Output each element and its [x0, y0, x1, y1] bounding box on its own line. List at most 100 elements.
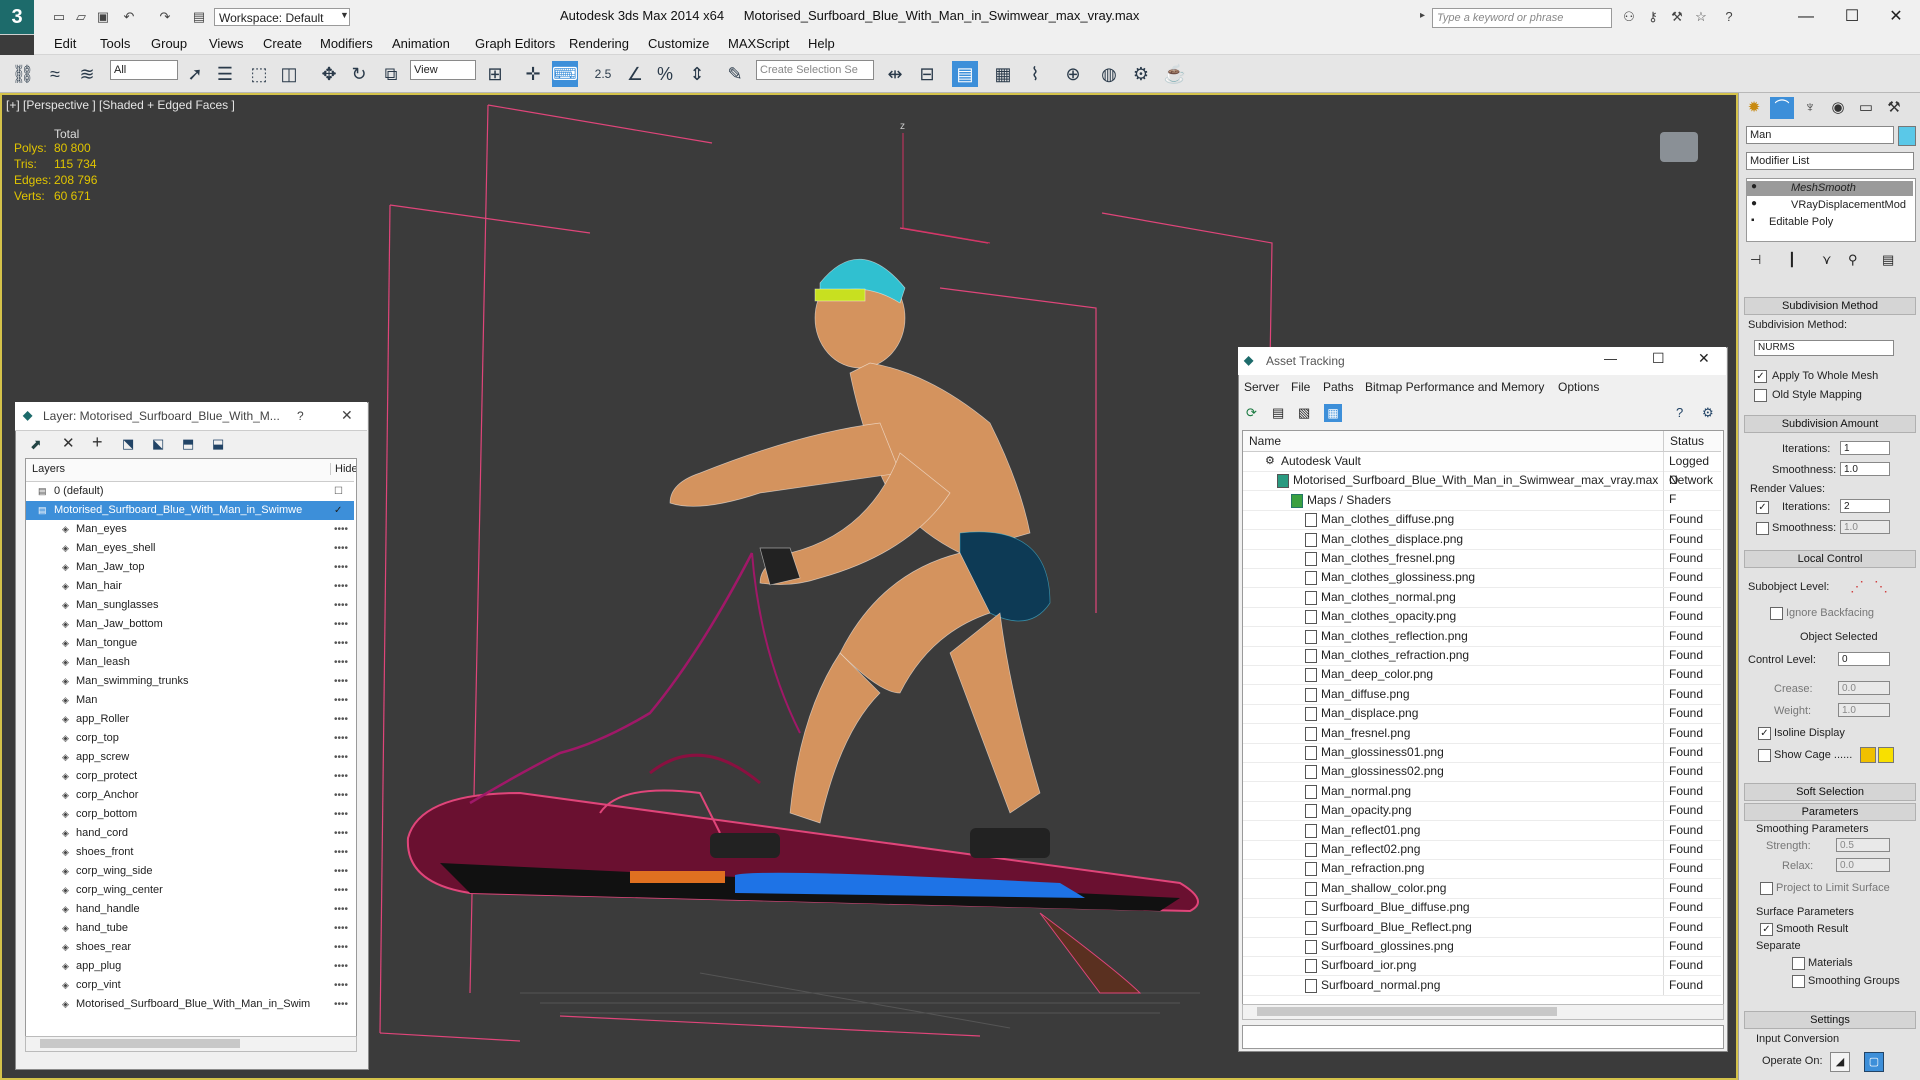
menu-maxscript[interactable]: MAXScript — [728, 34, 789, 54]
show-cage-checkbox[interactable] — [1758, 749, 1771, 762]
select-by-name-icon[interactable]: ☰ — [212, 61, 238, 87]
hide-toggle[interactable]: •••• — [334, 729, 348, 748]
curve-editor-icon[interactable]: ⌇ — [1022, 61, 1048, 87]
scrollbar-thumb[interactable] — [40, 1039, 240, 1048]
schematic-view-icon[interactable]: ⊕ — [1060, 61, 1086, 87]
name-column-header[interactable]: Name — [1249, 434, 1281, 448]
edit-named-selection-icon[interactable]: ✎ — [722, 61, 748, 87]
layer-row[interactable]: ◈ corp_vint •••• — [26, 976, 354, 995]
modify-tab-icon[interactable]: ⌒ — [1770, 97, 1794, 119]
asset-menu-bitmap-performance[interactable]: Bitmap Performance and Memory — [1365, 380, 1544, 394]
add-to-layer-icon[interactable]: + — [92, 432, 103, 453]
bind-spacewarp-icon[interactable]: ≋ — [74, 61, 100, 87]
layer-manager-icon[interactable]: ▤ — [952, 61, 978, 87]
hide-toggle[interactable]: •••• — [334, 843, 348, 862]
layer-row[interactable]: ◈ Man_tongue •••• — [26, 634, 354, 653]
angle-snap-icon[interactable]: ∠ — [622, 61, 648, 87]
utilities-tab-icon[interactable]: ⚒ — [1882, 97, 1906, 119]
asset-row[interactable]: Motorised_Surfboard_Blue_With_Man_in_Swi… — [1243, 471, 1721, 506]
strength-spinner[interactable]: 0.5 — [1836, 838, 1890, 852]
asset-row[interactable]: Man_refraction.png Found — [1243, 859, 1721, 880]
select-objects-layer-icon[interactable]: ⬔ — [122, 436, 134, 452]
hide-toggle[interactable]: •••• — [334, 596, 348, 615]
asset-path-field[interactable] — [1242, 1025, 1724, 1049]
status-column-header[interactable]: Status — [1663, 431, 1710, 451]
layer-row[interactable]: ◈ corp_bottom •••• — [26, 805, 354, 824]
render-smoothness-spinner[interactable]: 1.0 — [1840, 520, 1890, 534]
ignore-backfacing-checkbox[interactable] — [1770, 607, 1783, 620]
smooth-result-checkbox[interactable]: ✓ — [1760, 923, 1773, 936]
layer-row[interactable]: ◈ Man_leash •••• — [26, 653, 354, 672]
show-end-result-icon[interactable]: ┃ — [1788, 252, 1796, 268]
asset-row[interactable]: Man_clothes_fresnel.png Found — [1243, 549, 1721, 569]
project-folder-icon[interactable]: ▤ — [190, 9, 208, 25]
menu-graph-editors[interactable]: Graph Editors — [475, 34, 555, 54]
iterations-spinner[interactable]: 1 — [1840, 441, 1890, 455]
cage-selected-color-swatch[interactable] — [1878, 747, 1894, 763]
hide-toggle[interactable]: •••• — [334, 995, 348, 1014]
rollout-local-control[interactable]: Local Control — [1744, 550, 1916, 568]
move-icon[interactable]: ✥ — [316, 61, 342, 87]
layer-row[interactable]: ◈ Man_eyes •••• — [26, 520, 354, 539]
help-icon[interactable]: ? — [1720, 9, 1738, 25]
hide-toggle[interactable]: •••• — [334, 881, 348, 900]
layer-row[interactable]: ◈ shoes_front •••• — [26, 843, 354, 862]
expand-icon[interactable]: ▪ — [1751, 215, 1755, 226]
unlink-icon[interactable]: ≈ — [42, 61, 68, 87]
hide-all-layers-icon[interactable]: ⬒ — [182, 436, 194, 452]
layer-row[interactable]: ◈ Man_eyes_shell •••• — [26, 539, 354, 558]
hide-toggle[interactable]: •••• — [334, 520, 348, 539]
save-file-icon[interactable]: ▣ — [94, 9, 112, 25]
menu-customize[interactable]: Customize — [648, 34, 709, 54]
workspace-dropdown[interactable]: Workspace: Default — [214, 8, 350, 26]
asset-row[interactable]: Man_clothes_diffuse.png Found — [1243, 510, 1721, 531]
hide-toggle[interactable]: •••• — [334, 577, 348, 596]
operate-on-faces-icon[interactable]: ◢ — [1830, 1052, 1850, 1072]
highlight-layer-icon[interactable]: ⬕ — [152, 436, 164, 452]
new-layer-icon[interactable]: ⬈ — [30, 436, 42, 453]
hide-toggle[interactable]: •••• — [334, 634, 348, 653]
asset-horizontal-scrollbar[interactable] — [1242, 1004, 1724, 1020]
asset-row[interactable]: Man_opacity.png Found — [1243, 801, 1721, 822]
render-setup-icon[interactable]: ⚙ — [1128, 61, 1154, 87]
layer-row[interactable]: ▤ 0 (default) ☐ — [26, 482, 354, 501]
layer-row[interactable]: ◈ Man_Jaw_bottom •••• — [26, 615, 354, 634]
hide-column-header[interactable]: Hide — [330, 463, 356, 475]
open-file-icon[interactable]: ▱ — [72, 9, 90, 25]
favorite-star-icon[interactable]: ☆ — [1692, 9, 1710, 25]
asset-row[interactable]: Man_clothes_opacity.png Found — [1243, 607, 1721, 628]
window-crossing-icon[interactable]: ◫ — [276, 61, 302, 87]
asset-row[interactable]: Man_clothes_refraction.png Found — [1243, 646, 1721, 666]
layer-row[interactable]: ◈ corp_Anchor •••• — [26, 786, 354, 805]
menu-tools[interactable]: Tools — [100, 34, 130, 54]
edge-subobject-icon[interactable]: ⋱ — [1874, 578, 1888, 595]
smoothness-spinner[interactable]: 1.0 — [1840, 462, 1890, 476]
hide-toggle[interactable]: ✓ — [334, 501, 342, 520]
select-manipulate-icon[interactable]: ✛ — [520, 61, 546, 87]
asset-menu-options[interactable]: Options — [1558, 380, 1599, 394]
layer-row[interactable]: ◈ Man_swimming_trunks •••• — [26, 672, 354, 691]
pivot-center-icon[interactable]: ⊞ — [482, 61, 508, 87]
asset-row[interactable]: Surfboard_Blue_diffuse.png Found — [1243, 898, 1721, 919]
asset-row[interactable]: Man_normal.png Found — [1243, 781, 1721, 802]
display-tab-icon[interactable]: ▭ — [1854, 97, 1878, 119]
layers-horizontal-scrollbar[interactable] — [25, 1036, 357, 1052]
new-file-icon[interactable]: ▭ — [50, 9, 68, 25]
control-level-spinner[interactable]: 0 — [1838, 652, 1890, 666]
layer-row[interactable]: ◈ shoes_rear •••• — [26, 938, 354, 957]
layer-row[interactable]: ◈ app_screw •••• — [26, 748, 354, 767]
list-view-icon[interactable]: ▤ — [1272, 405, 1284, 421]
refresh-icon[interactable]: ⟳ — [1246, 405, 1257, 421]
asset-row[interactable]: Man_deep_color.png Found — [1243, 665, 1721, 686]
asset-row[interactable]: Man_displace.png Found — [1243, 704, 1721, 725]
remove-modifier-icon[interactable]: ⚲ — [1848, 252, 1858, 268]
asset-row[interactable]: Maps / Shaders — [1243, 490, 1721, 511]
stack-item-meshsmooth[interactable]: ● MeshSmooth — [1747, 181, 1913, 196]
asset-row[interactable]: Surfboard_normal.png Found — [1243, 975, 1721, 996]
asset-window-titlebar[interactable]: ◆ Asset Tracking — ☐ ✕ — [1238, 347, 1726, 375]
search-input[interactable]: Type a keyword or phrase — [1432, 8, 1612, 28]
menu-group[interactable]: Group — [151, 34, 187, 54]
asset-help-icon[interactable]: ? — [1676, 405, 1683, 420]
scale-icon[interactable]: ⧉ — [378, 61, 404, 87]
minimize-icon[interactable]: — — [1788, 4, 1824, 30]
